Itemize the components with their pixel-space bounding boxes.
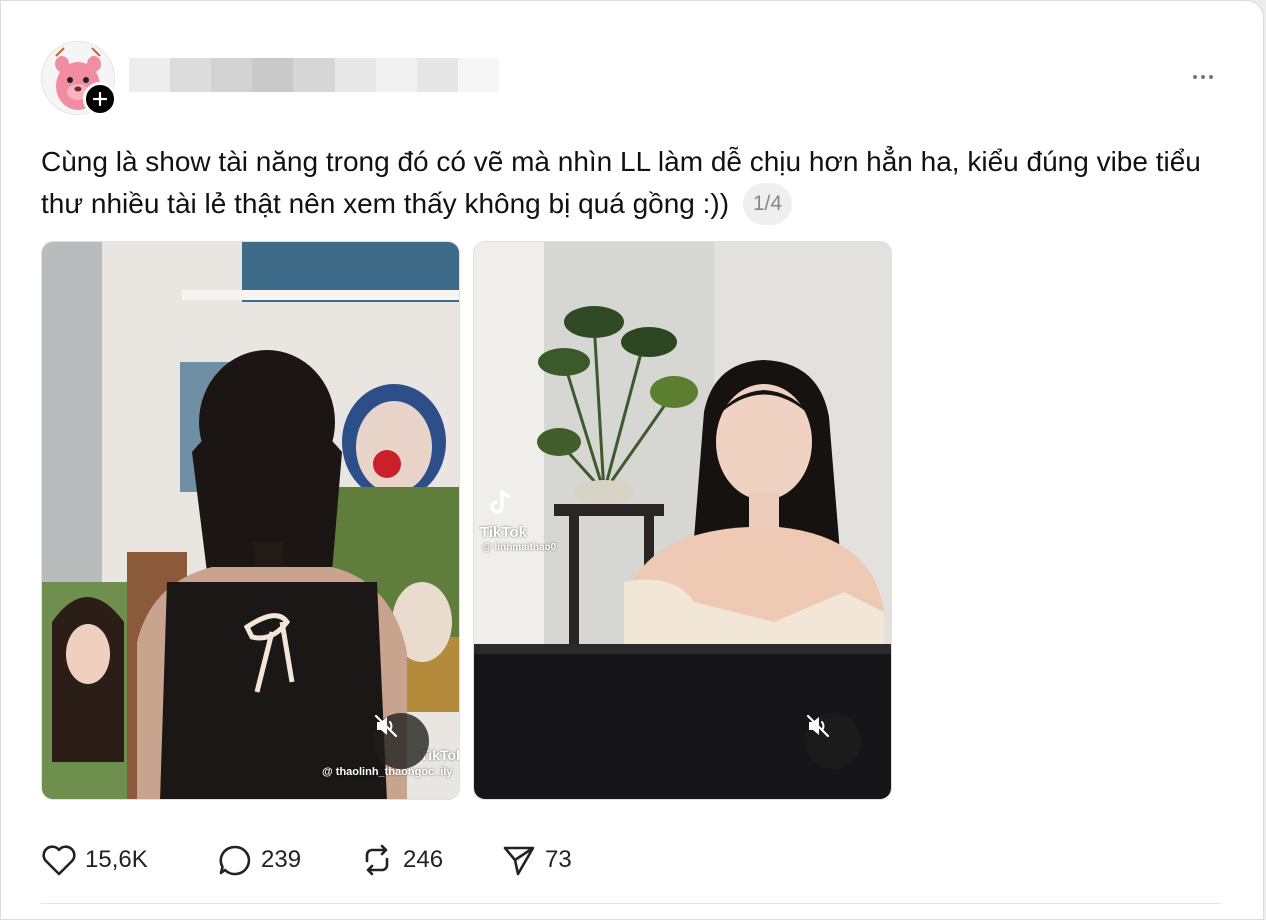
reply-button[interactable]: 239 — [217, 839, 359, 881]
tiktok-watermark-handle: @ linhmaithao0 — [482, 542, 557, 553]
tiktok-watermark-handle: @ thaolinh_thaongoc_ily — [322, 766, 453, 778]
video-thumbnail-1[interactable]: TikTok @ thaolinh_thaongoc_ily — [41, 241, 460, 800]
repost-icon — [365, 844, 389, 876]
share-count: 73 — [545, 846, 572, 873]
action-bar: 15,6K 239 246 73 — [41, 839, 601, 881]
post-body: Cùng là show tài năng trong đó có vẽ mà … — [41, 141, 1221, 225]
like-count: 15,6K — [85, 846, 148, 873]
post-text: Cùng là show tài năng trong đó có vẽ mà … — [41, 146, 1201, 219]
follow-button[interactable] — [83, 82, 117, 116]
divider — [41, 903, 1221, 904]
tiktok-watermark-brand: TikTok — [480, 524, 527, 541]
plus-icon — [93, 92, 107, 106]
tiktok-logo-icon — [490, 489, 511, 514]
more-horizontal-icon — [1193, 75, 1197, 79]
speaker-muted-icon — [806, 714, 830, 738]
send-icon — [503, 846, 535, 876]
comment-bubble-icon — [219, 845, 251, 876]
repost-button[interactable]: 246 — [359, 839, 501, 881]
video-thumbnail-2[interactable]: TikTok @ linhmaithao0 — [473, 241, 892, 800]
like-button[interactable]: 15,6K — [41, 839, 217, 881]
mute-button[interactable] — [805, 713, 861, 769]
post-card: Cùng là show tài năng trong đó có vẽ mà … — [0, 0, 1264, 920]
mute-button[interactable] — [373, 713, 429, 769]
media-counter-badge: 1/4 — [742, 183, 793, 225]
more-options-button[interactable] — [1183, 63, 1223, 91]
share-button[interactable]: 73 — [501, 839, 601, 881]
heart-icon — [42, 845, 76, 876]
reply-count: 239 — [261, 846, 302, 873]
username-redacted — [129, 58, 499, 92]
repost-count: 246 — [403, 846, 444, 873]
speaker-muted-icon — [374, 714, 398, 738]
